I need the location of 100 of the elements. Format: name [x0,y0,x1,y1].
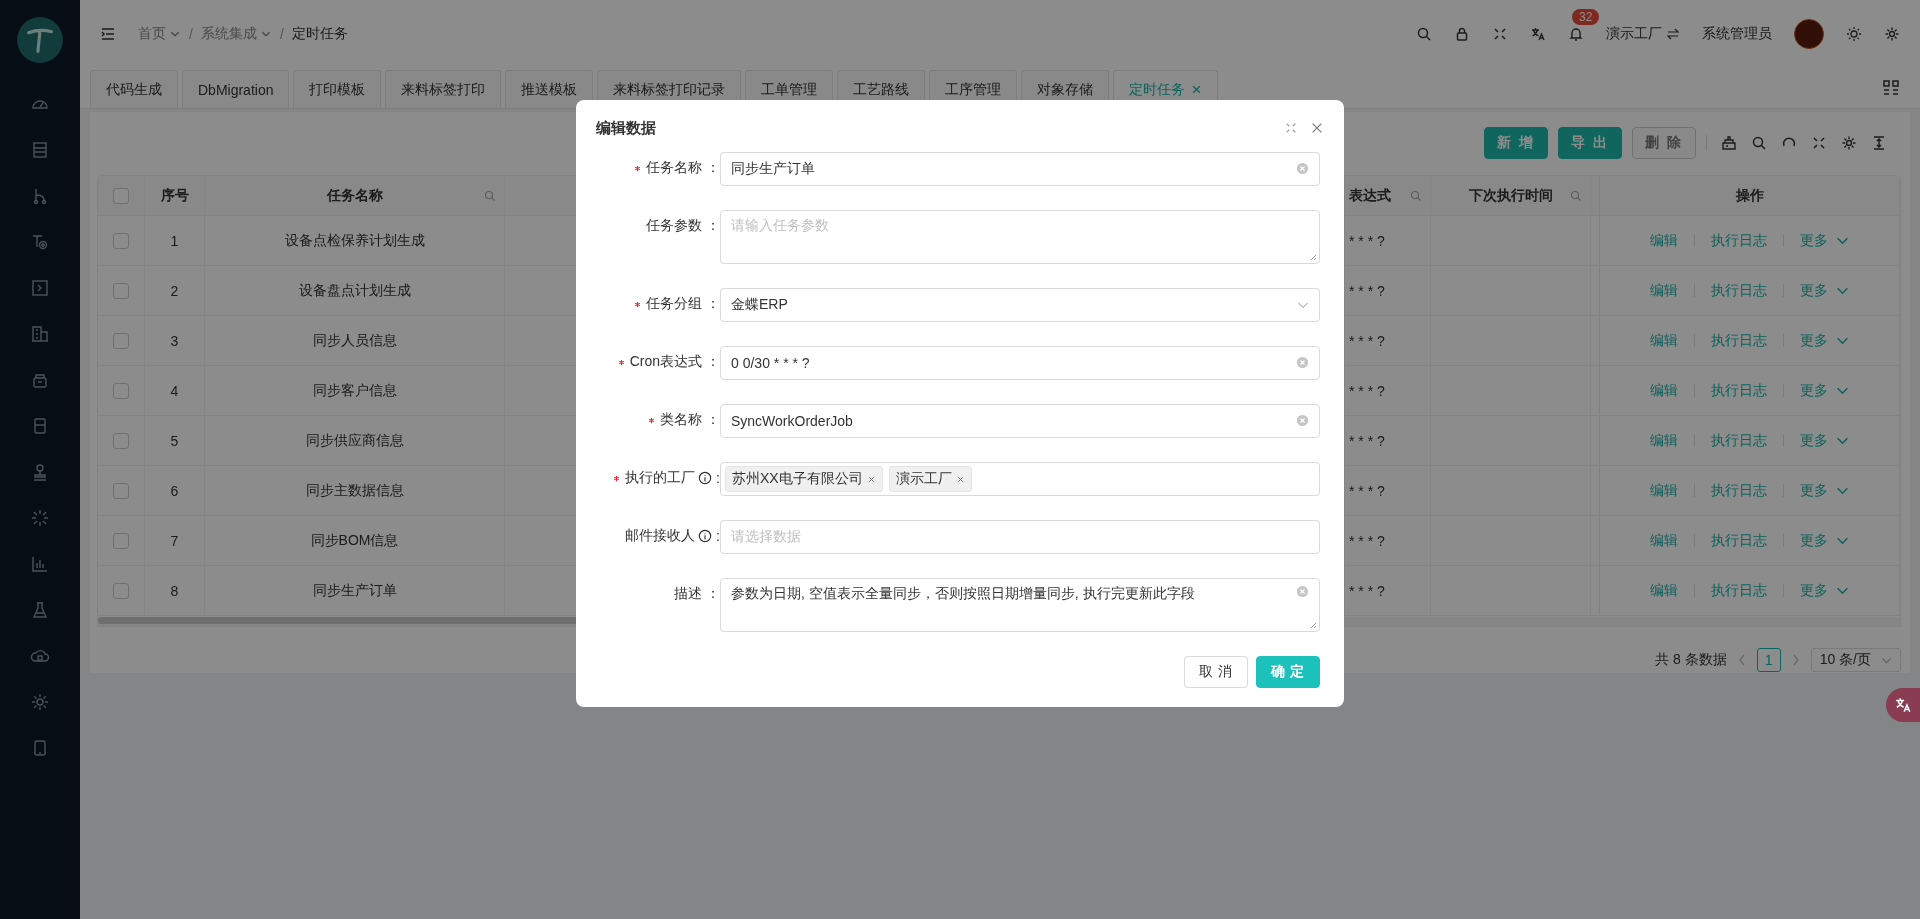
checkbox[interactable] [113,482,129,499]
action-link[interactable]: 执行日志 [1711,381,1767,400]
search-icon[interactable] [1416,25,1432,42]
remove-icon[interactable] [955,474,965,484]
settings-icon[interactable] [1841,135,1857,151]
sparkle-icon[interactable] [30,508,50,528]
action-link[interactable]: 执行日志 [1711,581,1767,600]
checkbox[interactable] [113,432,129,449]
page-tab[interactable]: 推送模板 [505,70,594,108]
action-link[interactable]: 编辑 [1650,281,1678,300]
input-field[interactable]: SyncWorkOrderJob [720,404,1320,438]
fullscreen-icon[interactable] [1492,25,1508,42]
toolbar-button[interactable]: 导 出 [1558,127,1622,159]
terminal-icon[interactable] [30,278,50,298]
page-tab[interactable]: 代码生成 [90,70,178,108]
total-count: 共 8 条数据 [1655,651,1727,669]
action-link[interactable]: 执行日志 [1711,531,1767,550]
cancel-button[interactable]: 取 消 [1184,656,1248,688]
action-link[interactable]: 更多 [1800,381,1849,400]
text-area[interactable]: 参数为日期, 空值表示全量同步，否则按照日期增量同步, 执行完更新此字段 [720,578,1320,632]
action-link[interactable]: 编辑 [1650,531,1678,550]
menu-icon[interactable] [100,25,116,42]
table-cell: 设备盘点计划生成 [298,281,411,300]
action-link[interactable]: 编辑 [1650,481,1678,500]
flow-icon[interactable] [30,232,50,252]
resize-handle-icon[interactable] [1309,621,1317,629]
building-icon[interactable] [30,324,50,344]
sun-icon[interactable] [1846,25,1862,42]
close-icon[interactable] [1191,84,1203,95]
action-link[interactable]: 执行日志 [1711,331,1767,350]
row-height-icon[interactable] [1871,135,1887,151]
fullscreen-icon[interactable] [1284,121,1298,135]
action-link[interactable]: 编辑 [1650,431,1678,450]
checkbox[interactable] [113,582,129,599]
action-link[interactable]: 执行日志 [1711,281,1767,300]
checkbox[interactable] [113,187,129,204]
grid-icon[interactable] [1882,78,1900,97]
remove-icon[interactable] [866,474,876,484]
action-link[interactable]: 编辑 [1650,331,1678,350]
action-link[interactable]: 更多 [1800,281,1849,300]
server-icon[interactable] [30,140,50,160]
checkbox[interactable] [113,282,129,299]
column-header: 序号 [160,186,189,205]
close-icon[interactable] [1310,121,1324,135]
chart-icon[interactable] [30,554,50,574]
select-field[interactable]: 金蝶ERP [720,288,1320,322]
toolbar-button[interactable]: 新 增 [1484,127,1548,159]
confirm-button[interactable]: 确 定 [1256,656,1320,688]
action-link[interactable]: 更多 [1800,331,1849,350]
flask-icon[interactable] [30,600,50,620]
action-link[interactable]: 更多 [1800,231,1849,250]
table-cell: * * * ? [1349,532,1385,549]
action-link[interactable]: 编辑 [1650,381,1678,400]
fullscreen-icon[interactable] [1811,135,1827,151]
current-factory[interactable]: 演示工厂 [1606,24,1680,43]
action-link[interactable]: 更多 [1800,531,1849,550]
text-area[interactable]: 请输入任务参数 [720,210,1320,264]
label-colon: ： [706,411,720,429]
breadcrumb-item[interactable]: 系统集成 [200,24,272,43]
table-cell: 8 [170,582,179,599]
field-label: Cron表达式 [629,353,702,371]
page-tab[interactable]: 打印模板 [293,70,382,108]
search-icon[interactable] [1751,135,1767,151]
breadcrumb-item[interactable]: 定时任务 [291,24,348,43]
translate-float-button[interactable] [1886,688,1920,722]
checkbox[interactable] [113,382,129,399]
field-label: 任务分组 [646,295,702,313]
field-label: 描述 [674,585,702,603]
page-size-select[interactable]: 10 条/页 [1810,648,1901,672]
checkbox[interactable] [113,332,129,349]
label-colon: : [716,470,720,486]
resize-handle-icon[interactable] [1309,253,1317,261]
table-cell: 2 [170,282,179,299]
page-tab[interactable]: DbMigration [182,70,290,108]
input-field[interactable]: 请选择数据 [720,520,1320,554]
page-tab[interactable]: 来料标签打印 [385,70,502,108]
action-link[interactable]: 执行日志 [1711,431,1767,450]
avatar[interactable] [1794,18,1824,49]
page-number[interactable]: 1 [1756,648,1781,672]
checkbox[interactable] [113,232,129,249]
checkbox[interactable] [113,532,129,549]
settings-icon[interactable] [1884,25,1900,42]
action-link[interactable]: 编辑 [1650,581,1678,600]
settings-icon[interactable] [30,692,50,712]
input-field[interactable]: 同步生产订单 [720,152,1320,186]
bell-icon[interactable] [1568,25,1584,42]
lock-icon[interactable] [1454,25,1470,42]
info-icon[interactable] [698,471,713,485]
action-link[interactable]: 编辑 [1650,231,1678,250]
breadcrumb-item[interactable]: 首页 [138,24,181,43]
action-link[interactable]: 执行日志 [1711,231,1767,250]
action-link[interactable]: 执行日志 [1711,481,1767,500]
action-link[interactable]: 更多 [1800,431,1849,450]
action-link[interactable]: 更多 [1800,581,1849,600]
input-field[interactable]: 0 0/30 * * * ? [720,346,1320,380]
info-icon[interactable] [698,529,713,543]
user-name[interactable]: 系统管理员 [1702,24,1772,43]
action-link[interactable]: 更多 [1800,481,1849,500]
tag-select-field[interactable]: 苏州XX电子有限公司 演示工厂 [720,462,1320,496]
translate-icon[interactable] [1530,25,1546,42]
